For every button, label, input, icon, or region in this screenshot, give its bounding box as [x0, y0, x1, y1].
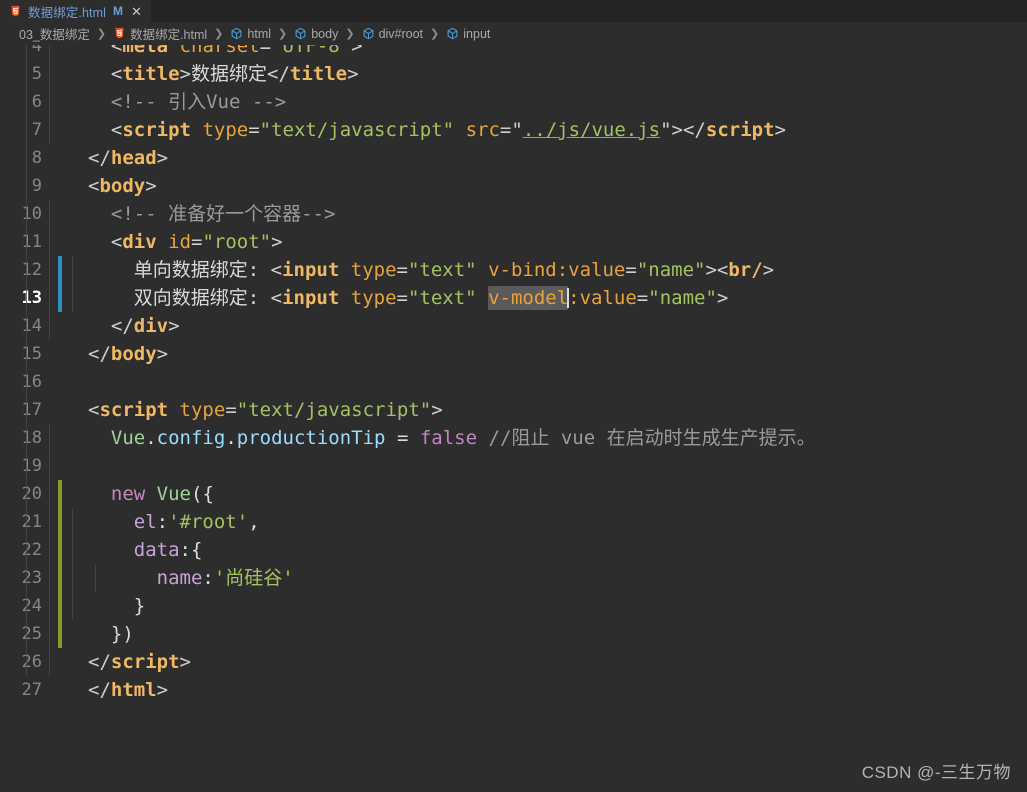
code-line[interactable]: 4 <meta charset="UTF-8"> [0, 45, 1027, 60]
selected-word-highlight: v-model [488, 286, 569, 310]
code-line[interactable]: 14 </div> [0, 312, 1027, 340]
code-line[interactable]: 26 </script> [0, 648, 1027, 676]
code-line[interactable]: 21 el:'#root', [0, 508, 1027, 536]
html5-file-icon [115, 27, 124, 39]
code-line[interactable]: 7 <script type="text/javascript" src="..… [0, 116, 1027, 144]
code-line[interactable]: 18 Vue.config.productionTip = false //阻止… [0, 424, 1027, 452]
breadcrumb: 03_数据绑定 ❯ 数据绑定.html ❯ html ❯ body ❯ div#… [0, 22, 1027, 45]
breadcrumb-item-symbol-body[interactable]: body [293, 27, 339, 41]
code-line[interactable]: 23 name:'尚硅谷' [0, 564, 1027, 592]
code-line-content: <script type="text/javascript" src="../j… [26, 116, 1027, 144]
code-line-content: <!-- 引入Vue --> [26, 88, 1027, 116]
breadcrumb-separator-icon: ❯ [278, 28, 288, 40]
code-line-content: </html> [88, 679, 169, 701]
breadcrumb-item-symbol-div[interactable]: div#root [361, 27, 424, 41]
code-line-content: } [26, 592, 1027, 620]
code-line-content: </script> [26, 648, 1027, 676]
gutter-change-marker [58, 452, 62, 480]
code-line[interactable]: 8 </head> [0, 144, 1027, 172]
breadcrumb-item-symbol-html[interactable]: html [229, 27, 272, 41]
breadcrumb-item-file[interactable]: 数据绑定.html [112, 24, 208, 43]
symbol-cube-icon [231, 27, 242, 40]
code-line[interactable]: 25 }) [0, 620, 1027, 648]
code-line-active[interactable]: 13 双向数据绑定: <input type="text" v-model:va… [0, 284, 1027, 312]
code-line[interactable]: 27 </html> [0, 676, 1027, 704]
code-line-content: <title>数据绑定</title> [26, 60, 1027, 88]
code-line[interactable]: 15 </body> [0, 340, 1027, 368]
breadcrumb-label: div#root [378, 26, 424, 41]
code-lines-container: 4 <meta charset="UTF-8"> 5 <title>数据绑定</… [0, 45, 1027, 704]
html5-file-icon [11, 5, 20, 16]
code-line[interactable]: 9 <body> [0, 172, 1027, 200]
breadcrumb-label: 数据绑定.html [130, 28, 208, 42]
code-line-content: </body> [26, 340, 1027, 368]
code-line-content: </head> [26, 144, 1027, 172]
breadcrumb-separator-icon: ❯ [214, 28, 224, 40]
code-line[interactable]: 19 [0, 452, 1027, 480]
breadcrumb-label: input [463, 26, 491, 41]
code-line[interactable]: 10 <!-- 准备好一个容器--> [0, 200, 1027, 228]
code-line[interactable]: 11 <div id="root"> [0, 228, 1027, 256]
code-line-content: el:'#root', [26, 508, 1027, 536]
code-line-content: }) [26, 620, 1027, 648]
code-line-content: Vue.config.productionTip = false //阻止 vu… [26, 424, 1027, 452]
editor-tab-active[interactable]: 数据绑定.html M ✕ [0, 0, 152, 22]
code-line[interactable]: 6 <!-- 引入Vue --> [0, 88, 1027, 116]
editor-tab-bar: 数据绑定.html M ✕ [0, 0, 1027, 22]
breadcrumb-label: html [247, 26, 272, 41]
code-line[interactable]: 24 } [0, 592, 1027, 620]
breadcrumb-label: body [311, 26, 339, 41]
code-line-content: <meta charset="UTF-8"> [26, 45, 1027, 60]
close-icon[interactable]: ✕ [129, 5, 144, 18]
breadcrumb-separator-icon: ❯ [96, 28, 107, 40]
symbol-cube-icon [363, 27, 373, 40]
code-line[interactable]: 17 <script type="text/javascript"> [0, 396, 1027, 424]
symbol-cube-icon [447, 27, 458, 40]
code-line[interactable]: 16 [0, 368, 1027, 396]
code-line[interactable]: 22 data:{ [0, 536, 1027, 564]
breadcrumb-item-folder[interactable]: 03_数据绑定 [18, 24, 91, 43]
code-line[interactable]: 20 new Vue({ [0, 480, 1027, 508]
breadcrumb-separator-icon: ❯ [430, 28, 440, 40]
code-line-content: <body> [26, 172, 1027, 200]
editor-tab-dirty-indicator: M [113, 4, 123, 18]
code-line-content: <div id="root"> [26, 228, 1027, 256]
symbol-cube-icon [295, 27, 306, 40]
code-line[interactable]: 5 <title>数据绑定</title> [0, 60, 1027, 88]
code-line[interactable]: 12 单向数据绑定: <input type="text" v-bind:val… [0, 256, 1027, 284]
code-line-content: new Vue({ [26, 480, 1027, 508]
code-line-content: 双向数据绑定: <input type="text" v-model:value… [26, 284, 1027, 312]
csdn-watermark: CSDN @-三生万物 [861, 763, 1011, 782]
code-line-content: name:'尚硅谷' [26, 564, 1027, 592]
code-line-content: <!-- 准备好一个容器--> [26, 200, 1027, 228]
code-line-content: data:{ [26, 536, 1027, 564]
code-line-content: 单向数据绑定: <input type="text" v-bind:value=… [26, 256, 1027, 284]
editor-tab-label: 数据绑定.html [28, 5, 106, 20]
code-line-content: <script type="text/javascript"> [26, 396, 1027, 424]
tab-bar-empty-space [152, 0, 1027, 22]
breadcrumb-label: 03_数据绑定 [19, 28, 90, 42]
code-line-content: </div> [26, 312, 1027, 340]
code-editor[interactable]: 4 <meta charset="UTF-8"> 5 <title>数据绑定</… [0, 45, 1027, 792]
gutter-change-marker [58, 368, 62, 396]
breadcrumb-item-symbol-input[interactable]: input [445, 27, 491, 41]
breadcrumb-separator-icon: ❯ [345, 28, 355, 40]
line-number: 27 [21, 680, 42, 700]
